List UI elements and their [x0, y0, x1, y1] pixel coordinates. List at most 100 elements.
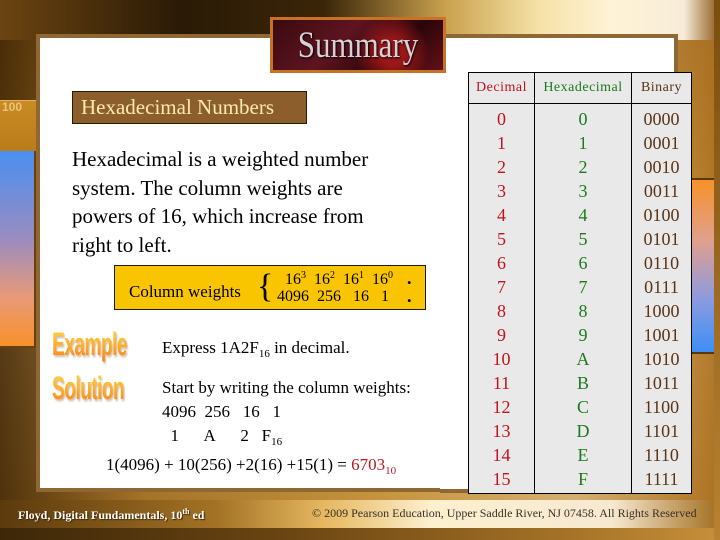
solution-label: Solution: [52, 370, 125, 406]
weight-exponent: 0: [388, 270, 393, 281]
ellipsis-dot: .: [407, 286, 412, 306]
header-hexadecimal: Hexadecimal: [534, 72, 632, 104]
table-row: 0 0 0000: [468, 103, 692, 131]
example-prompt-text: Express 1A2F: [162, 338, 259, 357]
cell-hexadecimal: 1: [534, 131, 632, 155]
weight-value: 4096: [277, 288, 309, 305]
description-line: right to left.: [72, 232, 172, 257]
answer-value: 6703: [351, 455, 386, 474]
cell-hexadecimal: 8: [534, 299, 632, 323]
footer-edition-suffix: ed: [189, 508, 205, 522]
cell-decimal: 10: [468, 347, 535, 371]
table-row: 10 A 1010: [468, 347, 692, 371]
table-row: 4 4 0100: [468, 203, 692, 227]
example-prompt-subscript: 16: [258, 348, 270, 360]
cell-hexadecimal: D: [534, 419, 632, 443]
example-prompt-suffix: in decimal.: [269, 338, 350, 357]
weight-base: 16: [314, 271, 330, 288]
description-line: powers of 16, which increase from: [72, 204, 364, 228]
column-weights-label: Column weights: [129, 282, 241, 301]
conversion-table: Decimal Hexadecimal Binary 0 0 0000 1 1 0001 2…: [468, 72, 692, 494]
cell-decimal: 3: [468, 179, 535, 203]
right-frame-edge: [714, 0, 720, 540]
background-bottom-bar: [0, 528, 720, 540]
cell-binary: 1001: [631, 323, 692, 347]
cell-hexadecimal: A: [534, 347, 632, 371]
cell-decimal: 6: [468, 251, 535, 275]
cell-binary: 0000: [631, 103, 692, 131]
table-row: 13 D 1101: [468, 419, 692, 443]
cell-binary: 1100: [631, 395, 692, 419]
cell-hexadecimal: 0: [534, 103, 632, 131]
table-header-row: Decimal Hexadecimal Binary: [468, 72, 692, 104]
table-row: 6 6 0110: [468, 251, 692, 275]
weight-base: 16: [285, 271, 301, 288]
cell-binary: 1000: [631, 299, 692, 323]
weight-value: 256: [317, 288, 341, 305]
cell-decimal: 13: [468, 419, 535, 443]
solution-line-2: 4096 256 16 1: [162, 402, 281, 421]
cell-binary: 1110: [631, 443, 692, 467]
cell-decimal: 8: [468, 299, 535, 323]
weights-powers-row: 163 162 161 160: [285, 270, 393, 289]
weight-value: 1: [381, 288, 389, 305]
solution-equation: 1(4096) + 10(256) +2(16) +15(1) = 670310: [106, 455, 396, 477]
header-binary: Binary: [631, 72, 692, 104]
table-row: 8 8 1000: [468, 299, 692, 323]
table-row: 5 5 0101: [468, 227, 692, 251]
table-row: 2 2 0010: [468, 155, 692, 179]
table-row: 7 7 0111: [468, 275, 692, 299]
cell-binary: 0010: [631, 155, 692, 179]
weight-value: 16: [353, 288, 369, 305]
example-label: Example: [52, 326, 127, 362]
weight-base: 16: [372, 271, 388, 288]
cell-decimal: 14: [468, 443, 535, 467]
table-row: 1 1 0001: [468, 131, 692, 155]
cell-decimal: 9: [468, 323, 535, 347]
cell-decimal: 2: [468, 155, 535, 179]
cell-binary: 0100: [631, 203, 692, 227]
weight-exponent: 1: [359, 270, 364, 281]
column-weights-box: Column weights { 163 162 161 160 4096 25…: [114, 265, 426, 310]
cell-binary: 0111: [631, 275, 692, 299]
cell-hexadecimal: B: [534, 371, 632, 395]
table-row: 15 F 1111: [468, 467, 692, 494]
solution-digits: 1 A 2 F: [162, 426, 272, 445]
description-line: system. The column weights are: [72, 175, 343, 200]
left-gradient-bar: [0, 151, 36, 348]
cell-hexadecimal: 4: [534, 203, 632, 227]
solution-line-1: Start by writing the column weights:: [162, 378, 411, 397]
table-body: 0 0 0000 1 1 0001 2 2 0010 3 3 0011 4 4 0100 5 5 0101 6 6 01…: [468, 103, 692, 494]
footer-book-credit: Floyd, Digital Fundamentals, 10th ed: [18, 507, 204, 523]
cell-binary: 1010: [631, 347, 692, 371]
answer-subscript: 10: [385, 465, 397, 477]
slide-title: Summary: [297, 23, 419, 66]
weight-exponent: 3: [301, 270, 306, 281]
table-row: 9 9 1001: [468, 323, 692, 347]
example-prompt: Express 1A2F16 in decimal.: [162, 338, 350, 360]
section-heading: Hexadecimal Numbers: [72, 91, 307, 124]
cell-binary: 0110: [631, 251, 692, 275]
cell-decimal: 11: [468, 371, 535, 395]
solution-line-3: 1 A 2 F16: [162, 426, 283, 448]
cell-decimal: 7: [468, 275, 535, 299]
weight-base: 16: [343, 271, 359, 288]
cell-decimal: 0: [468, 103, 535, 131]
description-text: Hexadecimal is a weighted number system.…: [72, 145, 432, 259]
cell-hexadecimal: C: [534, 395, 632, 419]
footer-copyright: © 2009 Pearson Education, Upper Saddle R…: [312, 506, 697, 520]
equation-text: 1(4096) + 10(256) +2(16) +15(1) =: [106, 455, 352, 474]
description-line: Hexadecimal is a weighted number: [72, 147, 369, 171]
cell-hexadecimal: 5: [534, 227, 632, 251]
cell-binary: 1101: [631, 419, 692, 443]
cell-hexadecimal: 3: [534, 179, 632, 203]
conversion-table-wrapper: Decimal Hexadecimal Binary 0 0 0000 1 1 0001 2…: [468, 72, 692, 494]
cell-hexadecimal: 2: [534, 155, 632, 179]
cell-decimal: 5: [468, 227, 535, 251]
cell-binary: 0011: [631, 179, 692, 203]
cell-binary: 1011: [631, 371, 692, 395]
table-row: 14 E 1110: [468, 443, 692, 467]
cell-hexadecimal: E: [534, 443, 632, 467]
brace-icon: {: [257, 268, 274, 305]
header-decimal: Decimal: [468, 72, 535, 104]
